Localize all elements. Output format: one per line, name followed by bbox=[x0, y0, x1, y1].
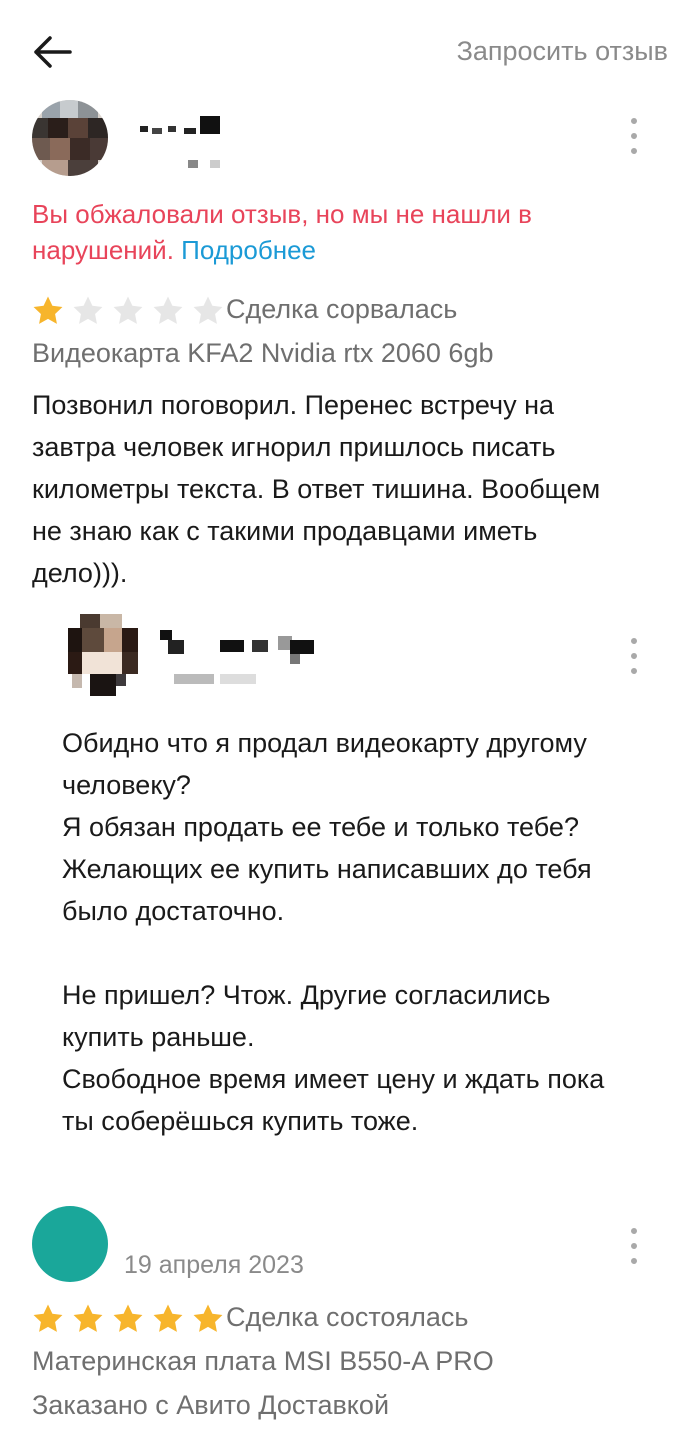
delivery-info: Заказано с Авито Доставкой bbox=[32, 1390, 390, 1420]
star-icon bbox=[73, 1304, 103, 1332]
star-icon bbox=[153, 296, 183, 324]
arrow-left-icon bbox=[34, 36, 72, 68]
request-review-button[interactable]: Запросить отзыв bbox=[457, 36, 668, 67]
deal-status: Сделка сорвалась bbox=[226, 294, 458, 324]
review-menu-button[interactable] bbox=[624, 118, 644, 154]
star-icon bbox=[153, 1304, 183, 1332]
star-icon bbox=[33, 1304, 63, 1332]
reply-menu-button[interactable] bbox=[624, 638, 644, 674]
reviewer-name-redacted bbox=[140, 116, 230, 172]
more-vertical-icon bbox=[631, 638, 637, 644]
star-icon bbox=[73, 296, 103, 324]
product-name: Материнская плата MSI B550-A PRO bbox=[32, 1346, 494, 1376]
more-vertical-icon bbox=[631, 1228, 637, 1234]
review-menu-button[interactable] bbox=[624, 1228, 644, 1264]
seller-name-redacted bbox=[160, 630, 320, 690]
reviewer-avatar bbox=[32, 100, 108, 176]
deal-status: Сделка состоялась bbox=[226, 1302, 469, 1332]
appeal-notice: Вы обжаловали отзыв, но мы не нашли в на… bbox=[32, 196, 652, 268]
seller-avatar bbox=[64, 614, 144, 696]
more-vertical-icon bbox=[631, 118, 637, 124]
review-date: 19 апреля 2023 bbox=[124, 1251, 304, 1279]
star-icon bbox=[113, 1304, 143, 1332]
details-link[interactable]: Подробнее bbox=[181, 235, 316, 265]
reviewer-avatar bbox=[32, 1206, 108, 1282]
star-icon bbox=[113, 296, 143, 324]
star-icon bbox=[33, 296, 63, 324]
rating-stars bbox=[30, 294, 226, 328]
back-button[interactable] bbox=[30, 32, 74, 72]
seller-reply-text: Обидно что я продал видеокарту другому ч… bbox=[62, 728, 605, 1136]
review-text: Позвонил поговорил. Перенес встречу на з… bbox=[32, 390, 601, 588]
product-name: Видеокарта KFA2 Nvidia rtx 2060 6gb bbox=[32, 338, 494, 368]
rating-stars bbox=[30, 1302, 226, 1336]
star-icon bbox=[193, 296, 223, 324]
star-icon bbox=[193, 1304, 223, 1332]
